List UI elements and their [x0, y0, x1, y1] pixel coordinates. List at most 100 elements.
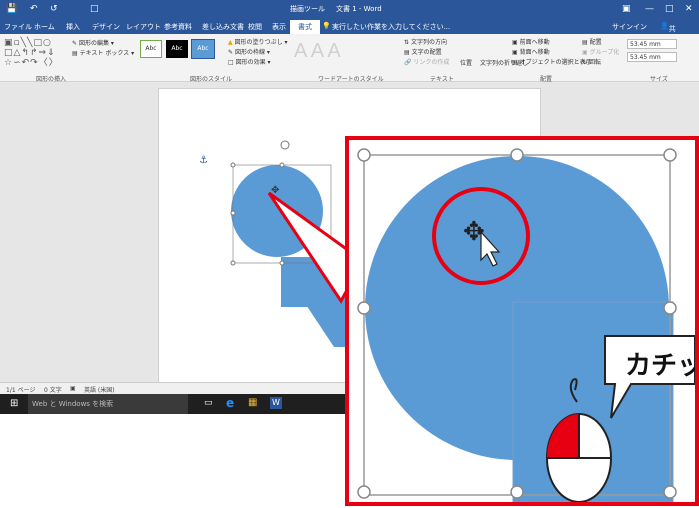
- lightbulb-icon: 💡: [322, 22, 331, 30]
- tab-view[interactable]: 表示: [272, 22, 286, 32]
- resize-handle[interactable]: [230, 260, 236, 266]
- anchor-icon: ⚓: [199, 155, 208, 166]
- file-explorer-icon[interactable]: ▦: [248, 397, 257, 408]
- rotate-button[interactable]: ↻ 回転: [582, 57, 601, 66]
- tab-format[interactable]: 書式: [290, 20, 320, 34]
- group-label: グループ化: [589, 49, 620, 56]
- align-button[interactable]: ▤ 配置: [582, 37, 602, 46]
- tab-file[interactable]: ファイル: [4, 22, 32, 32]
- shape-outline-label: 図形の枠線: [234, 49, 265, 56]
- send-backward-label: 背面へ移動: [519, 49, 550, 56]
- wordart-gallery[interactable]: A A A: [294, 40, 341, 63]
- fill-icon: ▲: [228, 39, 233, 46]
- zoomed-resize-handle: [510, 148, 524, 162]
- create-link-label: リンクの作成: [413, 59, 450, 66]
- close-icon[interactable]: ✕: [685, 4, 693, 14]
- shape-effects-label: 図形の効果: [235, 59, 266, 66]
- wordart-sample-3[interactable]: A: [327, 40, 340, 62]
- resize-handle[interactable]: [230, 162, 236, 168]
- proofing-icon[interactable]: ▣: [70, 385, 76, 392]
- text-box-button[interactable]: ▤ テキスト ボックス ▾: [72, 48, 134, 57]
- resize-handle[interactable]: [279, 162, 285, 168]
- send-backward-button[interactable]: ▣ 背面へ移動: [512, 47, 550, 56]
- redo-icon[interactable]: ↺: [50, 4, 58, 14]
- signin-link[interactable]: サインイン: [612, 22, 647, 32]
- new-doc-icon[interactable]: □: [90, 4, 99, 14]
- effects-icon: □: [228, 59, 234, 66]
- text-direction-button[interactable]: ⇅ 文字列の方向: [404, 37, 447, 46]
- text-box-icon: ▤: [72, 50, 78, 57]
- ribbon-tabs: ファイル ホーム 挿入 デザイン レイアウト 参考資料 差し込み文書 校閲 表示…: [0, 20, 699, 43]
- shape-fill-label: 図形の塗りつぶし: [234, 39, 283, 46]
- minimize-icon[interactable]: —: [645, 4, 654, 14]
- height-input[interactable]: 53.45 mm: [627, 39, 677, 49]
- context-tab-label: 描画ツール: [290, 5, 325, 13]
- zoomed-resize-handle: [663, 301, 677, 315]
- tell-me-input[interactable]: 実行したい作業を入力してください...: [332, 22, 450, 32]
- edit-shape-button[interactable]: ✎ 図形の編集 ▾: [72, 38, 114, 47]
- window-title: 文書 1 - Word: [336, 5, 382, 13]
- create-link-button[interactable]: 🔗 リンクの作成: [404, 57, 449, 66]
- save-icon[interactable]: 💾: [6, 4, 17, 14]
- resize-handle[interactable]: [230, 210, 236, 216]
- maximize-icon[interactable]: □: [665, 4, 674, 14]
- zoomed-resize-handle: [357, 485, 371, 499]
- position-button[interactable]: 位置: [460, 58, 472, 67]
- zoomed-resize-handle: [663, 148, 677, 162]
- bring-forward-button[interactable]: ▣ 前面へ移動: [512, 37, 550, 46]
- undo-icon[interactable]: ↶: [30, 4, 38, 14]
- outline-icon: ✎: [228, 49, 234, 56]
- align-label: 配置: [589, 39, 602, 46]
- group-button[interactable]: ▣ グループ化: [582, 47, 619, 56]
- taskbar-search-input[interactable]: Web と Windows を検索: [28, 394, 188, 414]
- width-input[interactable]: 53.45 mm: [627, 52, 677, 62]
- zoom-canvas: ✥ カチッ: [357, 148, 695, 502]
- style-sample-2[interactable]: Abc: [166, 40, 188, 58]
- align-text-button[interactable]: ▤ 文字の配置: [404, 47, 442, 56]
- title-bar: 💾 ↶ ↺ □ 描画ツール 文書 1 - Word ▣ — □ ✕: [0, 0, 699, 20]
- share-button[interactable]: 👤 共有: [660, 22, 676, 43]
- edit-shape-label: 図形の編集: [78, 40, 109, 47]
- shape-outline-button[interactable]: ✎ 図形の枠線 ▾: [228, 47, 270, 56]
- selection-pane-label: オブジェクトの選択と表示: [519, 59, 592, 66]
- bring-forward-label: 前面へ移動: [519, 39, 550, 46]
- tab-references[interactable]: 参考資料: [164, 22, 192, 32]
- rotate-label: 回転: [588, 59, 601, 66]
- task-view-icon[interactable]: ▭: [204, 398, 213, 408]
- text-box-label: テキスト ボックス: [79, 50, 130, 57]
- tab-mailings[interactable]: 差し込み文書: [202, 22, 244, 32]
- shape-effects-button[interactable]: □ 図形の効果 ▾: [228, 57, 271, 66]
- tab-layout[interactable]: レイアウト: [126, 22, 161, 32]
- wordart-sample-2[interactable]: A: [311, 40, 323, 62]
- resize-handle[interactable]: [279, 260, 285, 266]
- ribbon: ▣▫╲╲□○ □△↰↱⇒⇓ ☆∽↶↷〈〉 ✎ 図形の編集 ▾ ▤ テキスト ボックス…: [0, 34, 699, 83]
- selection-pane-button[interactable]: ▤ オブジェクトの選択と表示: [512, 57, 592, 66]
- zoomed-resize-handle: [357, 148, 371, 162]
- page-count[interactable]: 1/1 ページ: [6, 385, 35, 394]
- zoomed-resize-handle: [357, 301, 371, 315]
- zoomed-resize-handle: [510, 485, 524, 499]
- tab-review[interactable]: 校閲: [248, 22, 262, 32]
- windows-start-icon[interactable]: ⊞: [10, 398, 18, 409]
- align-text-label: 文字の配置: [411, 49, 442, 56]
- style-sample-3[interactable]: Abc: [191, 39, 215, 59]
- zoomed-resize-handle: [663, 485, 677, 499]
- shapes-gallery[interactable]: ▣▫╲╲□○ □△↰↱⇒⇓ ☆∽↶↷〈〉: [4, 38, 70, 68]
- shape-fill-button[interactable]: ▲ 図形の塗りつぶし ▾: [228, 37, 288, 46]
- callout-text: カチッ: [625, 351, 695, 381]
- edge-browser-icon[interactable]: e: [226, 396, 234, 410]
- zoom-panel: ✥ カチッ: [345, 136, 699, 506]
- tab-design[interactable]: デザイン: [92, 22, 120, 32]
- tab-home[interactable]: ホーム: [34, 22, 55, 32]
- tab-insert[interactable]: 挿入: [66, 22, 80, 32]
- word-count[interactable]: 0 文字: [44, 385, 62, 394]
- text-direction-label: 文字列の方向: [410, 39, 447, 46]
- rotate-handle-icon[interactable]: [280, 140, 290, 150]
- edit-shape-icon: ✎: [72, 40, 78, 47]
- wordart-sample-1[interactable]: A: [294, 40, 306, 62]
- ribbon-display-icon[interactable]: ▣: [622, 4, 631, 14]
- style-sample-1[interactable]: Abc: [140, 40, 162, 58]
- word-app-icon[interactable]: W: [270, 397, 282, 409]
- language-indicator[interactable]: 英語 (米国): [84, 385, 115, 394]
- zoomed-circle-shape: [365, 156, 669, 460]
